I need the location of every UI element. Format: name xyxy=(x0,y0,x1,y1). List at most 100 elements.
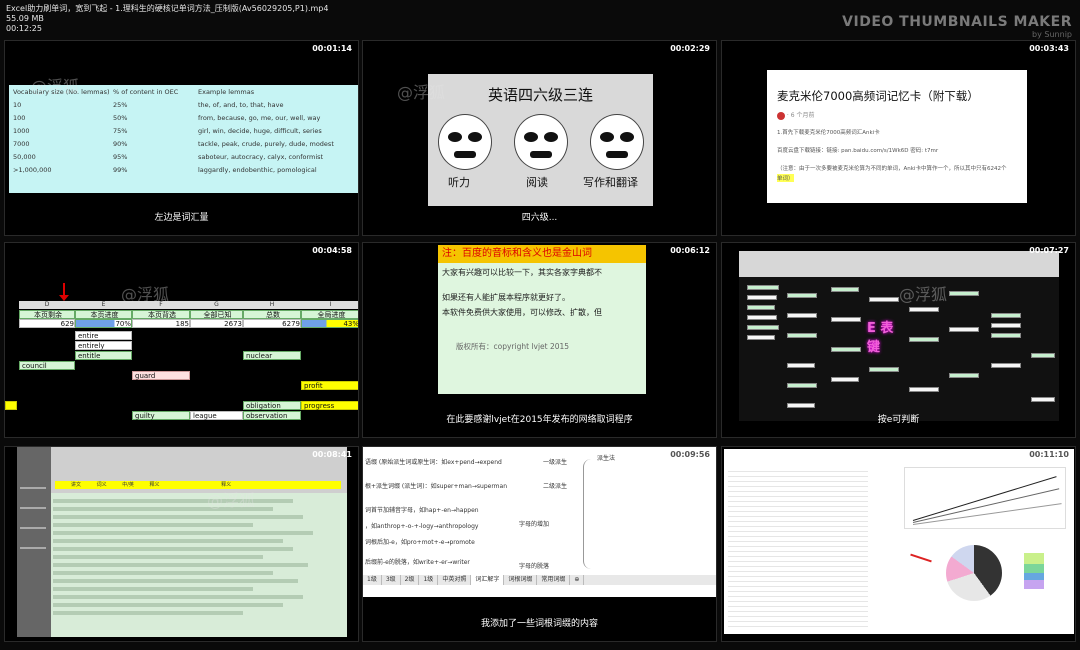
mindmap-node: 字母的增加 xyxy=(519,521,550,528)
word-cell[interactable]: entitle xyxy=(75,351,132,360)
table-cell: 95% xyxy=(113,152,128,161)
column-header: H xyxy=(243,301,302,309)
header-cell: Example lemmas xyxy=(198,87,255,96)
progress-cell: 43% xyxy=(301,319,358,328)
word-cell[interactable]: entirely xyxy=(75,341,132,350)
notice-bar: 注：百度的音标和含义也是金山词 xyxy=(438,245,646,263)
subtitle: 四六级... xyxy=(521,213,558,223)
mindmap-node: 词首节加辅音字母，如hap+-en→happen xyxy=(365,507,479,514)
table-cell: 50,000 xyxy=(13,152,36,161)
tab-label: 词义 xyxy=(96,482,107,488)
table-cell: 25% xyxy=(113,100,128,109)
stat-value: 2673 xyxy=(190,319,243,328)
article-line: 百度云盘下载链接：链接: pan.baidu.com/s/1Wk6D 密码: t… xyxy=(777,148,939,154)
column-header: D xyxy=(19,301,76,309)
word-cell[interactable]: guilty xyxy=(132,411,190,420)
timestamp: 00:11:10 xyxy=(1029,450,1069,459)
table-cell: tackle, peak, crude, purely, dude, modes… xyxy=(198,139,334,148)
file-name: Excel助力刷单词，宽到飞起 - 1.理科生的硬核记单词方法_压制版(Av56… xyxy=(6,4,329,13)
table-cell: 10 xyxy=(13,100,22,109)
highlight-cell xyxy=(5,401,17,410)
stat-label: 全局进度 xyxy=(301,310,358,319)
mindmap-node: 一级派生 xyxy=(543,459,568,466)
line-chart xyxy=(904,467,1066,529)
word-cell[interactable]: council xyxy=(19,361,75,370)
thumbnail-9[interactable]: 00:11:10 xyxy=(721,446,1076,642)
meme-label: 听力 xyxy=(448,176,470,189)
word-cell[interactable]: entire xyxy=(75,331,132,340)
watermark: @浮狐 xyxy=(397,83,446,102)
column-header: I xyxy=(301,301,358,309)
thumbnail-1[interactable]: 00:01:14 @浮狐 Vocabulary size (No. lemmas… xyxy=(4,40,359,236)
brand-title: VIDEO THUMBNAILS MAKER xyxy=(842,14,1072,30)
word-cell[interactable]: nuclear xyxy=(243,351,301,360)
thumbnail-5[interactable]: 00:06:12 注：百度的音标和含义也是金山词 大家有兴趣可以比较一下，其实各… xyxy=(362,242,717,438)
add-sheet-icon[interactable]: ⊕ xyxy=(570,575,585,585)
stat-label: 总数 xyxy=(243,310,301,319)
meme-title: 英语四六级三连 xyxy=(487,86,593,104)
word-cell[interactable]: league xyxy=(190,411,243,420)
thumbnail-6[interactable]: 00:07:27 E 表 键 @浮狐 按e可判断 xyxy=(721,242,1076,438)
panda-face-icon xyxy=(438,114,492,170)
sheet-tab[interactable]: 常用词缀 xyxy=(537,575,571,585)
sheet-tab[interactable]: 词根词缀 xyxy=(504,575,538,585)
sheet-tab[interactable]: 1级 xyxy=(363,575,382,585)
table-cell: 1000 xyxy=(13,126,30,135)
thumbnail-3[interactable]: 00:03:43 麦克米伦7000高频词记忆卡（附下载） · 6 个月前 1.首… xyxy=(721,40,1076,236)
word-cell[interactable]: guard xyxy=(132,371,190,380)
avatar xyxy=(777,111,785,120)
side-panel xyxy=(17,447,51,637)
word-cell[interactable]: obligation xyxy=(243,401,301,410)
sheet-tab[interactable]: 1级 xyxy=(419,575,439,585)
stat-label: 全部已知 xyxy=(190,310,243,319)
stat-value: 629 xyxy=(19,319,75,328)
table-cell: 50% xyxy=(113,113,128,122)
sheet-tab[interactable]: 3级 xyxy=(382,575,401,585)
table-cell: from, because, go, me, our, well, way xyxy=(198,113,321,122)
timestamp: 00:04:58 xyxy=(312,246,352,255)
arrow-icon xyxy=(910,553,932,563)
sheet-tab[interactable]: 词汇解字 xyxy=(471,575,505,585)
thumbnail-2[interactable]: 00:02:29 @浮狐 英语四六级三连 听力 阅读 写作和翻译 四六级... xyxy=(362,40,717,236)
word-cell[interactable]: progress xyxy=(301,401,358,410)
subtitle: 我添加了一些词根词缀的内容 xyxy=(480,619,598,629)
table-cell: 99% xyxy=(113,165,128,174)
stat-label: 本页进度 xyxy=(75,310,132,319)
brand-logo: VIDEO THUMBNAILS MAKER by Sunnip xyxy=(842,14,1072,39)
thumbnail-7[interactable]: 00:08:41 讲文 词义 中/英 释义 释义 @浮狐 xyxy=(4,446,359,642)
article-author: · 6 个月前 xyxy=(777,110,814,120)
mindmap-node: 词根后加-e，如pro+mot+-e→promote xyxy=(365,539,475,546)
mindmap-node: 语缀 (原始派生词或原生词：如ex+pend→expend xyxy=(365,459,502,466)
about-dialog: 注：百度的音标和含义也是金山词 大家有兴趣可以比较一下，其实各家字典都不 如果还… xyxy=(438,245,646,394)
timestamp: 00:06:12 xyxy=(670,246,710,255)
notice-text: 本软件免费供大家使用，可以修改、扩散，但 xyxy=(442,308,602,317)
word-cell[interactable]: observation xyxy=(243,411,301,420)
article-highlight: 单词） xyxy=(777,174,794,182)
thumbnail-8[interactable]: 00:09:56 语缀 (原始派生词或原生词：如ex+pend→expend 一… xyxy=(362,446,717,642)
table-cell: saboteur, autocracy, calyx, conformist xyxy=(198,152,324,161)
meme-image: 英语四六级三连 听力 阅读 写作和翻译 xyxy=(428,74,653,206)
table-cell: 90% xyxy=(113,139,128,148)
table-row: >1,000,000 99% laggardly, endobenthic, p… xyxy=(9,163,358,176)
sheet-tab[interactable]: 中英对照 xyxy=(438,575,472,585)
pie-chart xyxy=(946,545,1002,601)
watermark: @浮狐 xyxy=(207,491,256,510)
subtitle: 左边是词汇量 xyxy=(154,213,209,223)
mindmap-node: ，如anthrop+-o-+-logy→anthropology xyxy=(365,523,479,530)
table-row: 100 50% from, because, go, me, our, well… xyxy=(9,111,358,124)
spreadsheet: 讲文 词义 中/英 释义 释义 @浮狐 xyxy=(17,447,347,637)
bar-legend xyxy=(1024,553,1044,589)
thumbnail-4[interactable]: 00:04:58 @浮狐 D E F G H I 本页剩余 本页进度 本页背选 … xyxy=(4,242,359,438)
meme-label: 阅读 xyxy=(526,176,548,189)
vocab-table: Vocabulary size (No. lemmas) % of conten… xyxy=(9,85,358,193)
word-cell[interactable]: profit xyxy=(301,381,358,390)
article-page: 麦克米伦7000高频词记忆卡（附下载） · 6 个月前 1.首先下载麦克米伦70… xyxy=(767,70,1027,203)
column-header: G xyxy=(190,301,244,309)
timestamp: 00:02:29 xyxy=(670,44,710,53)
watermark: @浮狐 xyxy=(121,285,170,304)
table-row: 1000 75% girl, win, decide, huge, diffic… xyxy=(9,124,358,137)
table-row: 7000 90% tackle, peak, crude, purely, du… xyxy=(9,137,358,150)
notice-text: 如果还有人能扩展本程序就更好了。 xyxy=(442,293,570,302)
watermark: @浮狐 xyxy=(899,285,948,304)
sheet-tab[interactable]: 2级 xyxy=(401,575,420,585)
